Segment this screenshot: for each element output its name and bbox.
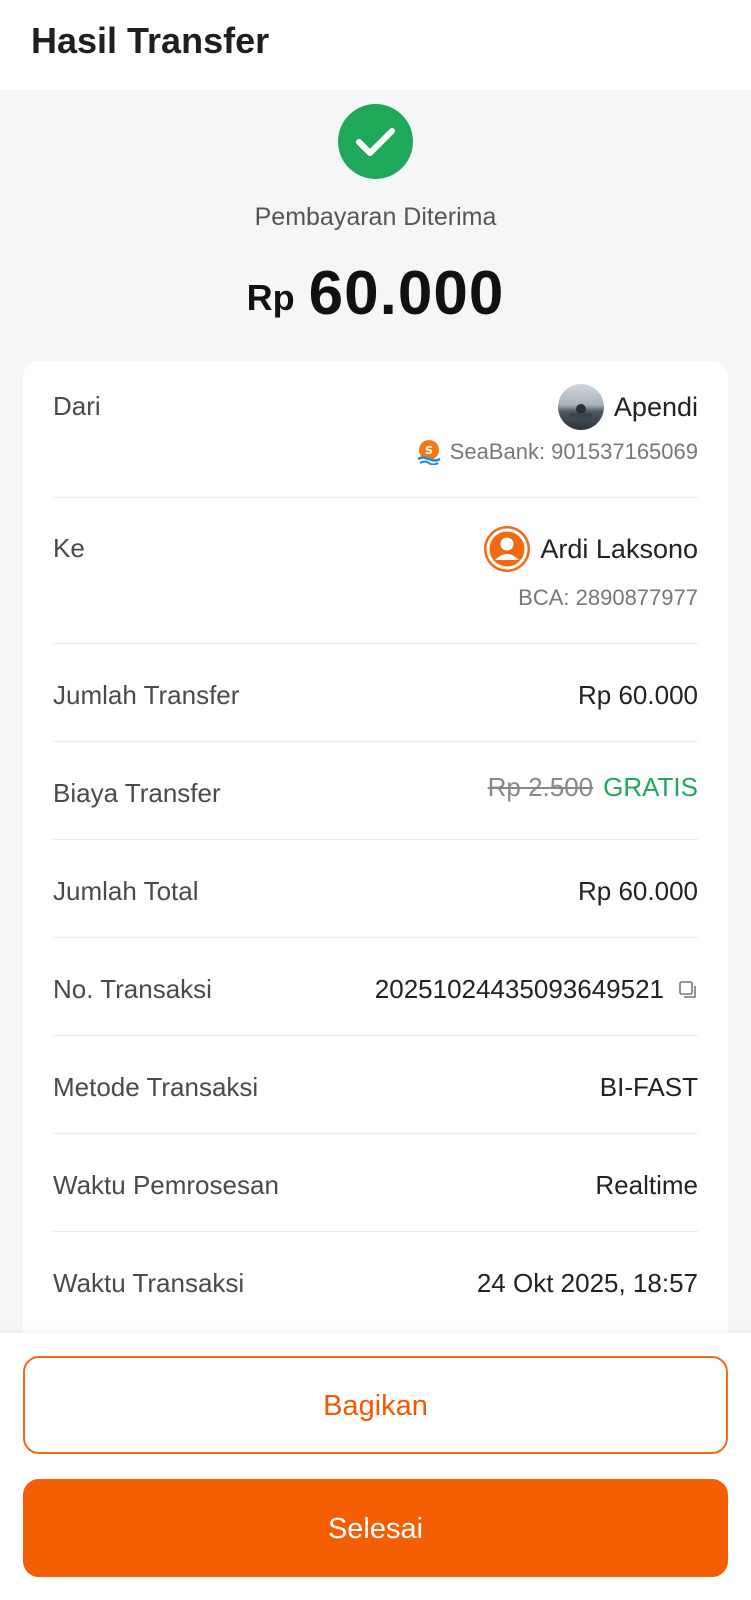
transaction-no-label: No. Transaksi bbox=[53, 974, 212, 1004]
from-account: S SeaBank: 901537165069 bbox=[416, 439, 698, 466]
svg-text:S: S bbox=[425, 444, 433, 457]
user-avatar-icon bbox=[484, 526, 531, 572]
page-title: Hasil Transfer bbox=[31, 20, 270, 61]
transfer-fee-value: Rp 2.500 GRATIS bbox=[488, 772, 698, 803]
to-party: Ardi Laksono bbox=[484, 526, 698, 572]
payment-status-text: Pembayaran Diterima bbox=[254, 203, 497, 231]
seabank-icon: S bbox=[416, 439, 442, 466]
row-transfer-fee: Biaya Transfer Rp 2.500 GRATIS bbox=[53, 742, 698, 840]
row-method: Metode Transaksi BI-FAST bbox=[53, 1036, 698, 1134]
fee-free-badge: GRATIS bbox=[603, 772, 698, 802]
transaction-details-card: Dari Apendi S SeaBank: 901537165069 Ke A… bbox=[23, 361, 728, 1361]
app-header: Hasil Transfer bbox=[0, 0, 751, 90]
processing-time-value: Realtime bbox=[595, 1170, 698, 1200]
to-account: BCA: 2890877977 bbox=[518, 585, 698, 610]
transfer-fee-label: Biaya Transfer bbox=[53, 778, 221, 808]
transfer-amount-label: Jumlah Transfer bbox=[53, 680, 240, 710]
row-transaction-time: Waktu Transaksi 24 Okt 2025, 18:57 bbox=[53, 1232, 698, 1330]
processing-time-label: Waktu Pemrosesan bbox=[53, 1170, 279, 1200]
fee-original: Rp 2.500 bbox=[487, 772, 594, 802]
sender-account: SeaBank: 901537165069 bbox=[449, 439, 698, 464]
transaction-time-label: Waktu Transaksi bbox=[53, 1268, 245, 1298]
recipient-name: Ardi Laksono bbox=[540, 533, 698, 564]
to-label: Ke bbox=[53, 533, 85, 563]
bottom-action-bar: Bagikan Selesai bbox=[0, 1333, 751, 1600]
transfer-amount-value: Rp 60.000 bbox=[578, 680, 698, 710]
from-label: Dari bbox=[53, 391, 101, 421]
row-transaction-no: No. Transaksi 20251024435093649521 bbox=[53, 938, 698, 1036]
transaction-time-value: 24 Okt 2025, 18:57 bbox=[476, 1268, 698, 1298]
row-total: Jumlah Total Rp 60.000 bbox=[53, 840, 698, 938]
amount-currency: Rp bbox=[246, 277, 295, 318]
payment-amount: Rp 60.000 bbox=[0, 258, 751, 329]
check-circle-icon bbox=[338, 104, 413, 179]
sender-avatar bbox=[557, 384, 604, 430]
method-label: Metode Transaksi bbox=[53, 1072, 259, 1102]
row-from: Dari Apendi S SeaBank: 901537165069 bbox=[53, 361, 698, 498]
sender-name: Apendi bbox=[613, 391, 698, 422]
total-value: Rp 60.000 bbox=[578, 876, 698, 906]
row-processing-time: Waktu Pemrosesan Realtime bbox=[53, 1134, 698, 1232]
from-party: Apendi bbox=[557, 384, 698, 430]
share-button[interactable]: Bagikan bbox=[23, 1356, 728, 1454]
copy-icon[interactable] bbox=[678, 976, 698, 1007]
total-label: Jumlah Total bbox=[53, 876, 199, 906]
row-transfer-amount: Jumlah Transfer Rp 60.000 bbox=[53, 644, 698, 742]
transaction-no-value: 20251024435093649521 bbox=[375, 974, 698, 1007]
method-value: BI-FAST bbox=[599, 1072, 698, 1102]
amount-value: 60.000 bbox=[308, 259, 505, 328]
transaction-no-text: 20251024435093649521 bbox=[374, 974, 664, 1004]
row-to: Ke Ardi Laksono BCA: 2890877977 bbox=[53, 498, 698, 644]
done-button[interactable]: Selesai bbox=[23, 1479, 728, 1577]
